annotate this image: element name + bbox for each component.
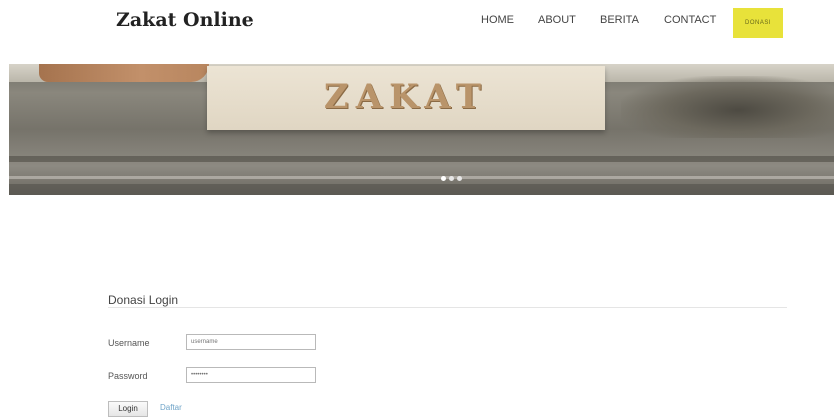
slider-dot[interactable] [441, 176, 446, 181]
title-divider [108, 307, 787, 308]
hero-wood-grain [9, 176, 834, 179]
slider-indicators [441, 168, 465, 186]
hero-wood-grain [9, 184, 834, 195]
site-logo[interactable]: Zakat Online [116, 9, 254, 31]
hero-slider: ZAKAT [9, 64, 834, 195]
username-label: Username [108, 338, 150, 348]
slider-dot[interactable] [449, 176, 454, 181]
nav-home[interactable]: HOME [481, 14, 514, 26]
password-label: Password [108, 371, 148, 381]
nav-contact[interactable]: CONTACT [664, 14, 716, 26]
hero-sign-text: ZAKAT [323, 77, 489, 117]
hero-wood-grain [9, 156, 834, 162]
username-input[interactable] [186, 334, 316, 350]
slider-dot[interactable] [457, 176, 462, 181]
register-link[interactable]: Daftar [160, 403, 182, 412]
hero-soil-pile [621, 76, 834, 138]
nav-about[interactable]: ABOUT [538, 14, 576, 26]
donasi-button[interactable]: DONASI [733, 8, 783, 38]
hero-zakat-sign: ZAKAT [207, 66, 605, 130]
login-button[interactable]: Login [108, 401, 148, 417]
nav-berita[interactable]: BERITA [600, 14, 639, 26]
password-input[interactable] [186, 367, 316, 383]
hero-hand-image [39, 64, 209, 82]
login-title: Donasi Login [108, 293, 179, 307]
